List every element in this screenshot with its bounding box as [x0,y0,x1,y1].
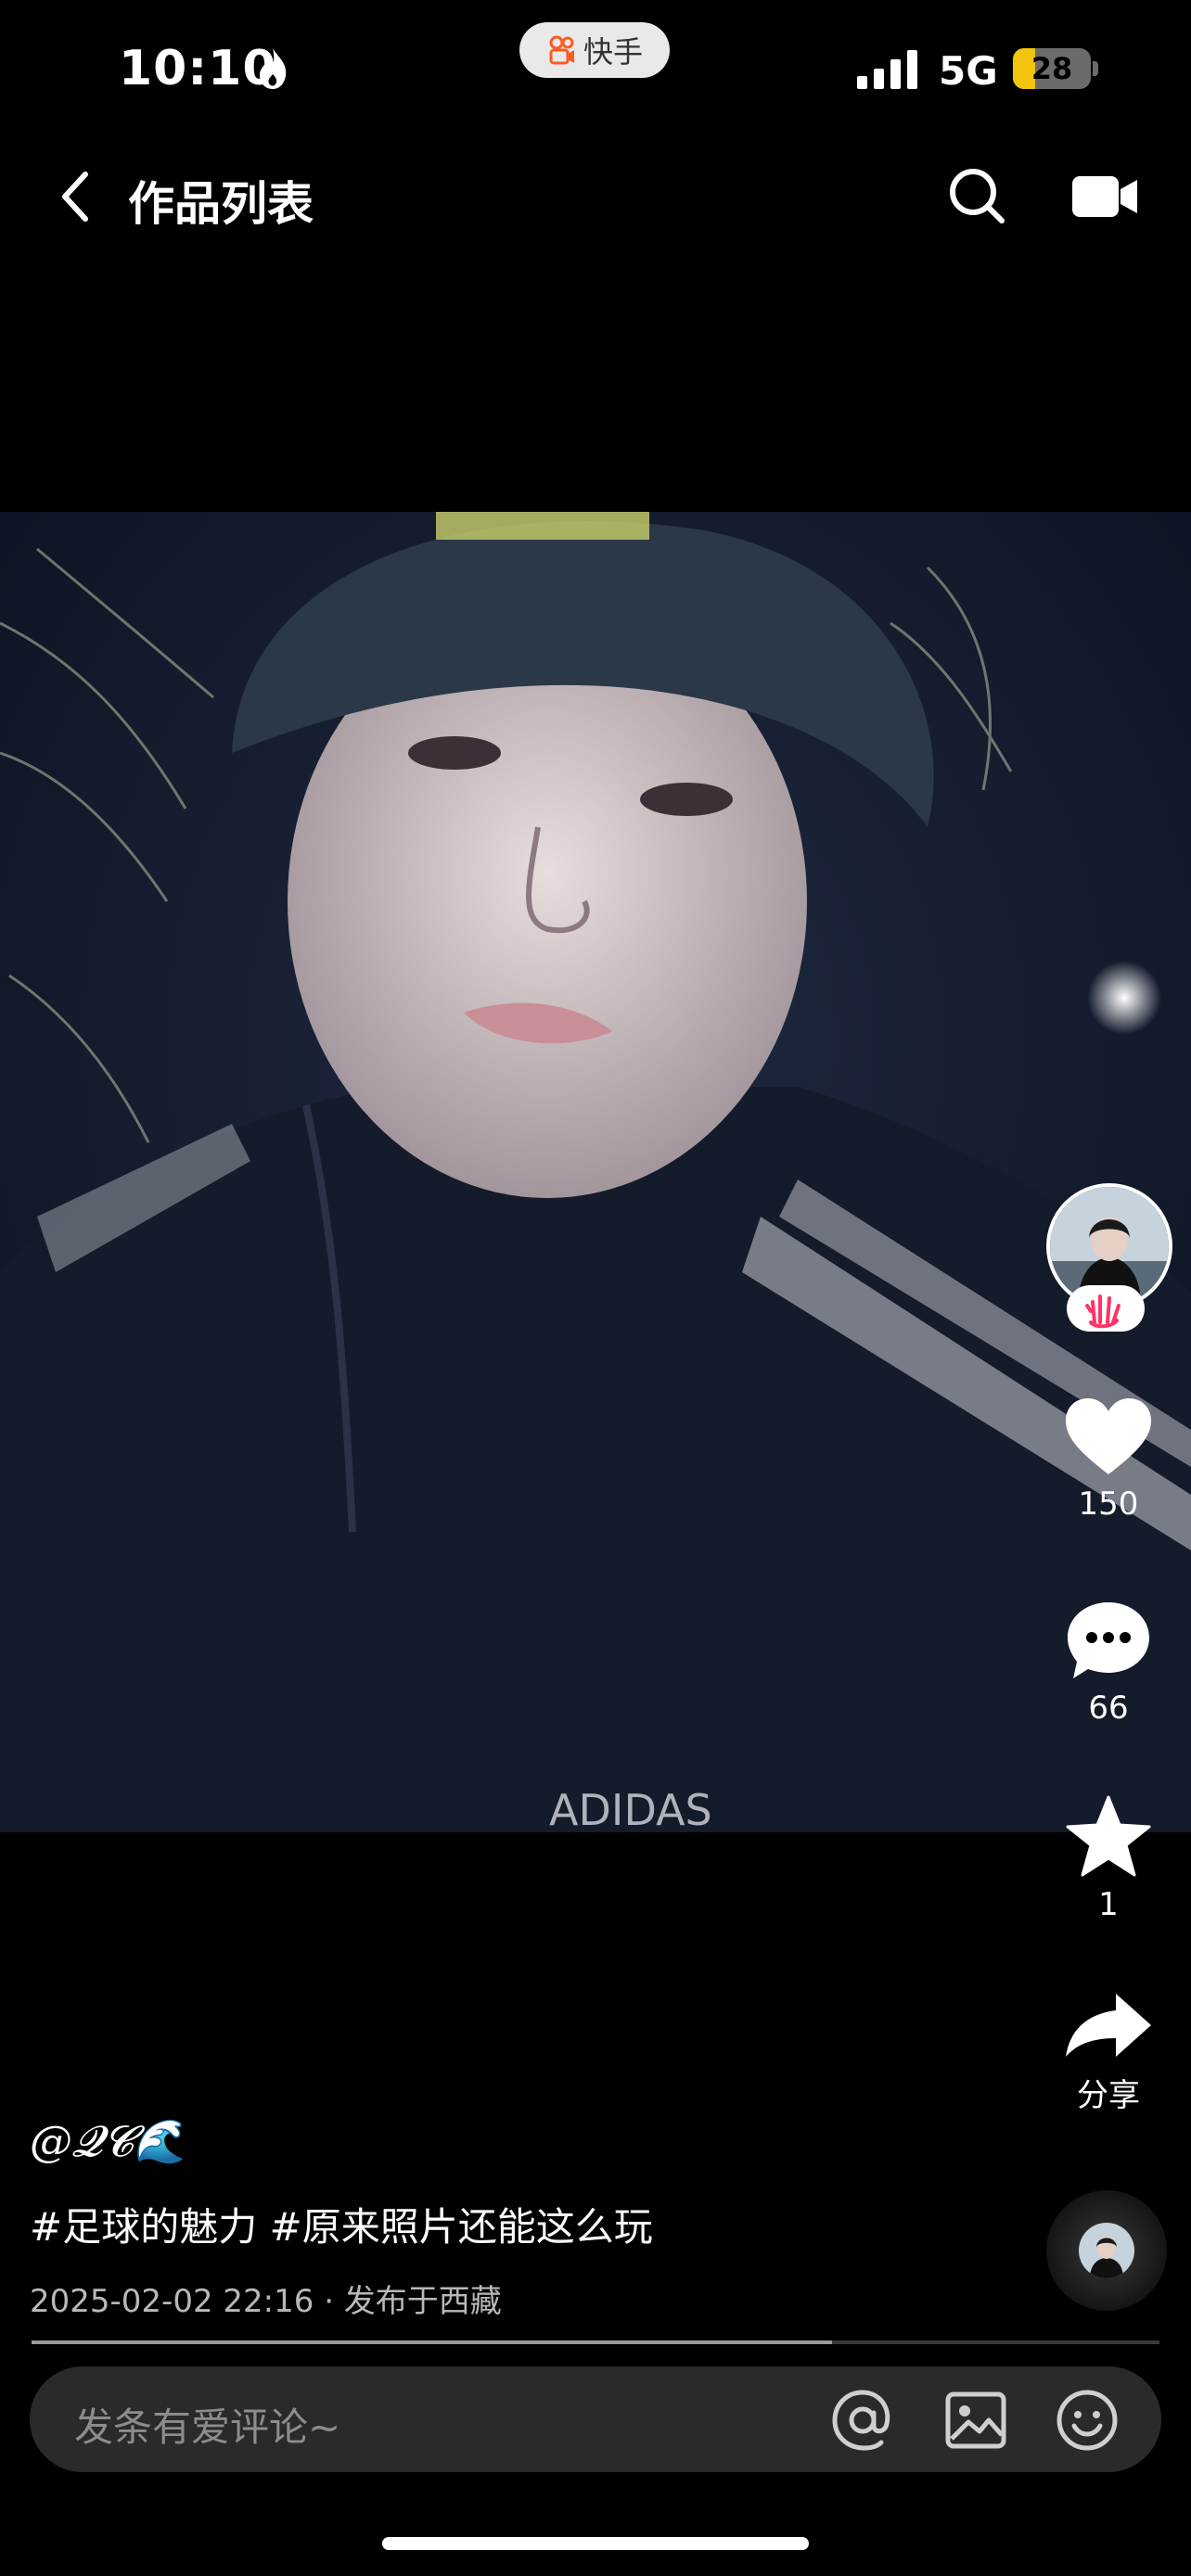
music-cover [1079,2223,1134,2278]
heart-icon [1066,1398,1151,1474]
page-title: 作品列表 [128,177,314,231]
like-button[interactable]: 150 [1039,1396,1178,1523]
comment-count: 66 [1088,1690,1129,1727]
post-hashtags[interactable]: #足球的魅力 #原来照片还能这么玩 [30,2196,653,2252]
favorite-button[interactable]: 1 [1039,1795,1178,1923]
search-icon[interactable] [946,165,1007,226]
svg-text:ADIDAS: ADIDAS [549,1785,712,1832]
kuaishou-icon [549,35,574,65]
author-avatar-button[interactable] [1039,1178,1172,1335]
app-switch-pill[interactable]: 快手 [519,22,670,78]
follow-button[interactable] [1067,1285,1145,1332]
post-meta: 2025-02-02 22:16 · 发布于西藏 [30,2283,502,2320]
signal-icon [857,50,917,89]
image-icon[interactable] [944,2389,1007,2452]
emoji-icon[interactable] [1056,2389,1119,2452]
home-indicator[interactable] [382,2537,809,2550]
star-icon [1066,1795,1151,1877]
post-photo[interactable]: ADIDAS [0,512,1191,1832]
share-icon [1066,1994,1151,2057]
comment-input-placeholder[interactable]: 发条有爱评论~ [74,2396,340,2453]
favorite-count: 1 [1098,1886,1119,1923]
comment-input-bar[interactable]: 发条有爱评论~ [30,2366,1161,2472]
back-icon[interactable] [52,169,100,224]
share-button[interactable]: 分享 [1039,1990,1178,2115]
video-progress-bar[interactable] [32,2340,1159,2344]
wave-hand-icon [1085,1294,1121,1329]
music-disc[interactable] [1046,2190,1167,2311]
progress-fill [32,2340,833,2344]
comment-icon [1068,1602,1149,1678]
battery-indicator: 28 [1013,48,1098,89]
status-time: 10:10 [119,41,277,96]
network-type: 5G [939,48,998,94]
flame-icon [260,48,287,89]
app-pill-label: 快手 [583,34,643,70]
camera-icon[interactable] [1072,171,1137,223]
author-name[interactable]: @𝓠𝓒🌊 [30,2116,186,2168]
like-count: 150 [1078,1486,1139,1523]
nav-bar: 作品列表 [0,148,1191,241]
at-icon[interactable] [831,2389,894,2452]
battery-level: 28 [1031,51,1073,86]
share-label: 分享 [1077,2077,1140,2114]
portrait-image: ADIDAS [0,512,1191,1832]
comment-button[interactable]: 66 [1039,1600,1178,1727]
status-bar: 10:10 快手 5G 28 [0,0,1191,139]
